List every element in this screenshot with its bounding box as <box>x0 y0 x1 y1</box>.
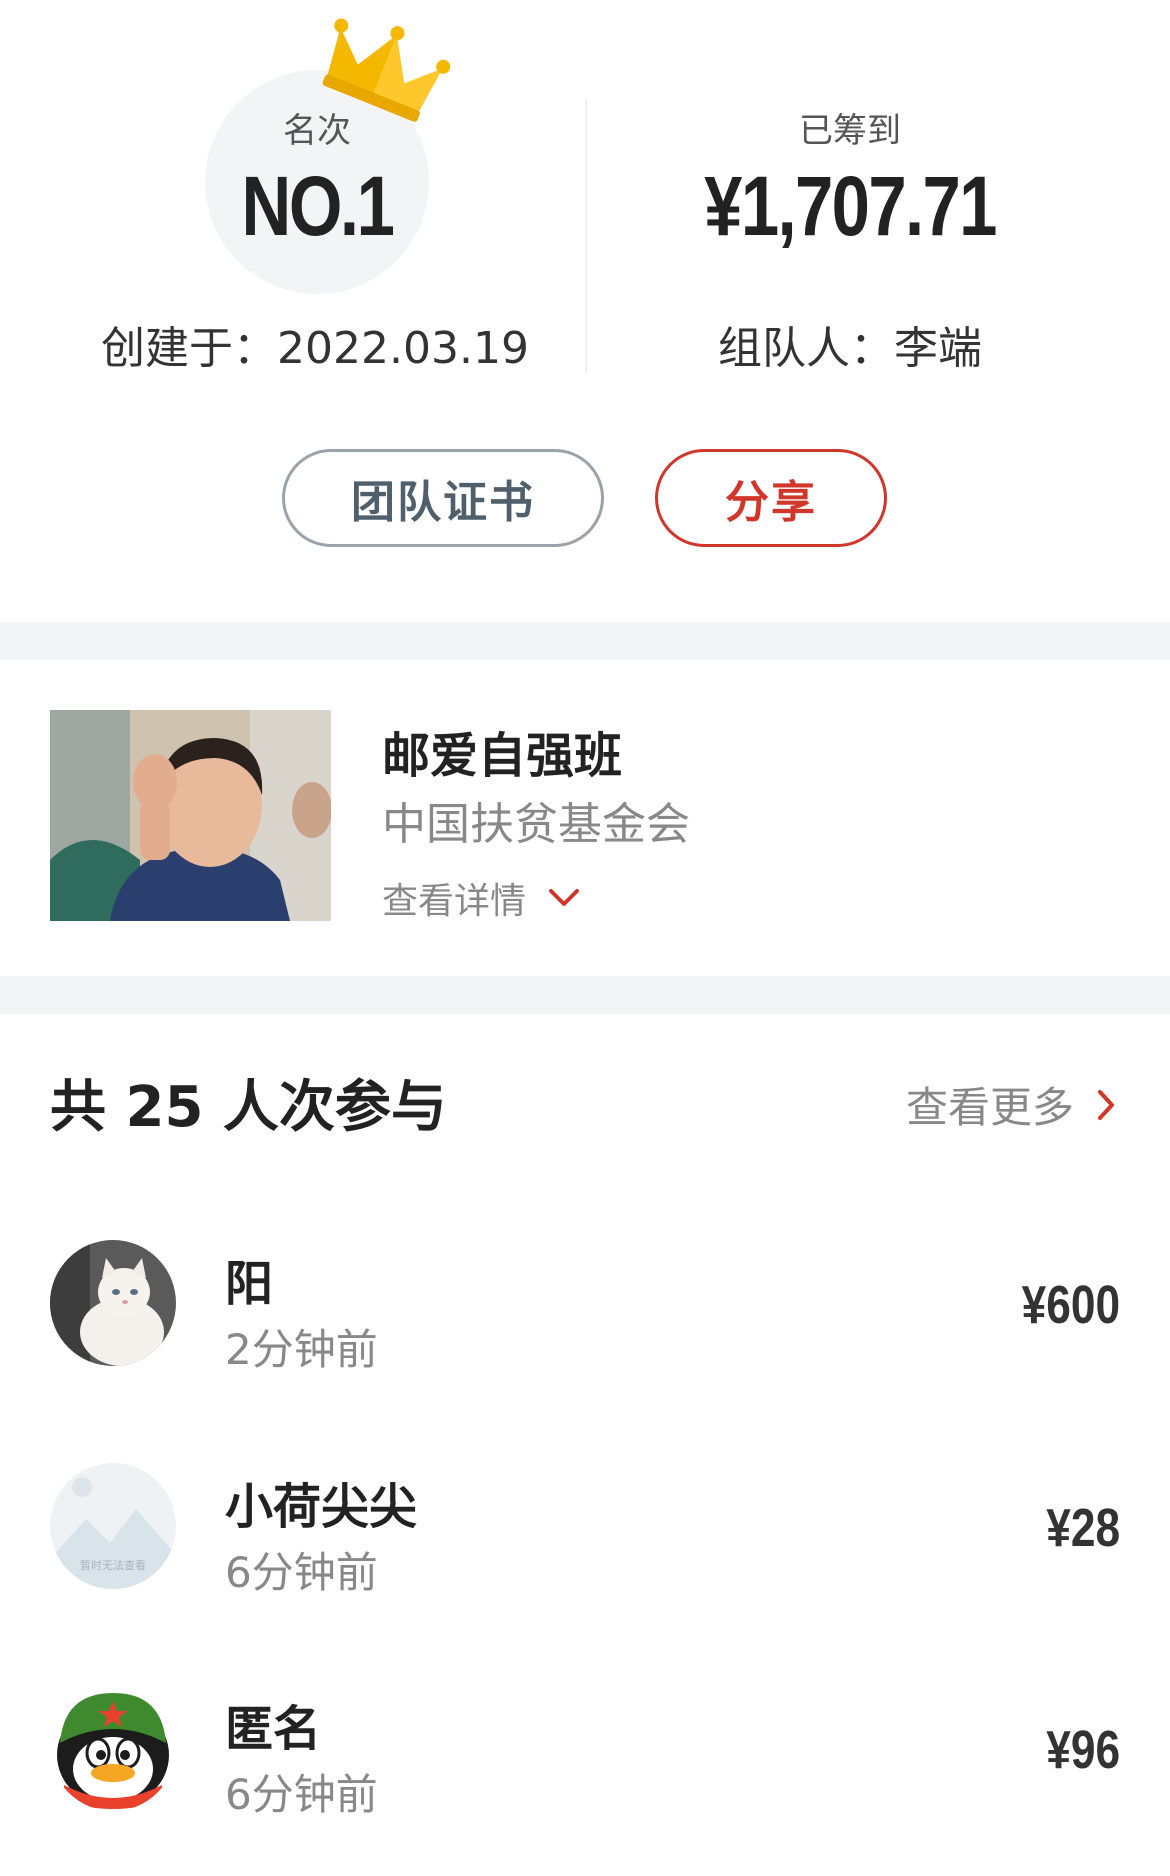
project-organization: 中国扶贫基金会 <box>382 799 690 850</box>
team-certificate-button[interactable]: 团队证书 <box>282 449 604 547</box>
participant-avatar-placeholder: 暂时无法查看 <box>50 1463 176 1589</box>
participant-avatar <box>50 1240 176 1366</box>
participant-time: 6分钟前 <box>225 1548 378 1597</box>
chevron-down-icon <box>549 889 580 906</box>
project-title: 邮爱自强班 <box>382 728 623 784</box>
view-details-label: 查看详情 <box>382 881 527 922</box>
chevron-right-icon <box>1098 1089 1114 1120</box>
participant-name: 匿名 <box>225 1701 322 1757</box>
rank-value: NO.1 <box>241 159 395 253</box>
section-separator <box>0 622 1170 660</box>
section-separator <box>0 976 1170 1014</box>
view-details-toggle[interactable]: 查看详情 <box>382 872 580 924</box>
participant-row[interactable]: 暂时无法查看 小荷尖尖 6分钟前 ¥28 <box>0 1463 1170 1623</box>
participant-amount: ¥96 <box>1046 1720 1120 1780</box>
participant-name: 阳 <box>225 1256 274 1312</box>
share-button[interactable]: 分享 <box>655 449 887 547</box>
participants-count-heading: 共 25 人次参与 <box>50 1075 447 1140</box>
raised-amount: ¥1,707.71 <box>704 159 997 253</box>
project-card[interactable]: 邮爱自强班 中国扶贫基金会 查看详情 <box>0 660 1170 976</box>
avatar-unavailable-caption: 暂时无法查看 <box>80 1558 146 1572</box>
stats-divider <box>585 100 587 372</box>
participant-name: 小荷尖尖 <box>225 1479 418 1535</box>
team-stats-section: 名次 NO.1 创建于：2022.03.19 已筹到 ¥1,707.71 组队人… <box>0 0 1170 620</box>
created-date: 创建于：2022.03.19 <box>101 323 529 374</box>
participant-time: 6分钟前 <box>225 1770 378 1819</box>
team-leader: 组队人：李端 <box>718 323 982 374</box>
raised-label: 已筹到 <box>799 111 901 151</box>
view-more-label: 查看更多 <box>905 1083 1074 1132</box>
view-more-link[interactable]: 查看更多 <box>906 1074 1116 1135</box>
rank-label: 名次 <box>283 111 351 151</box>
participant-amount: ¥600 <box>1021 1275 1120 1335</box>
participant-row[interactable]: 阳 2分钟前 ¥600 <box>0 1240 1170 1400</box>
participant-amount: ¥28 <box>1046 1498 1120 1558</box>
participant-time: 2分钟前 <box>225 1325 378 1374</box>
project-photo <box>50 710 331 921</box>
anonymous-penguin-avatar <box>50 1685 176 1811</box>
participant-row[interactable]: 匿名 6分钟前 ¥96 <box>0 1685 1170 1845</box>
